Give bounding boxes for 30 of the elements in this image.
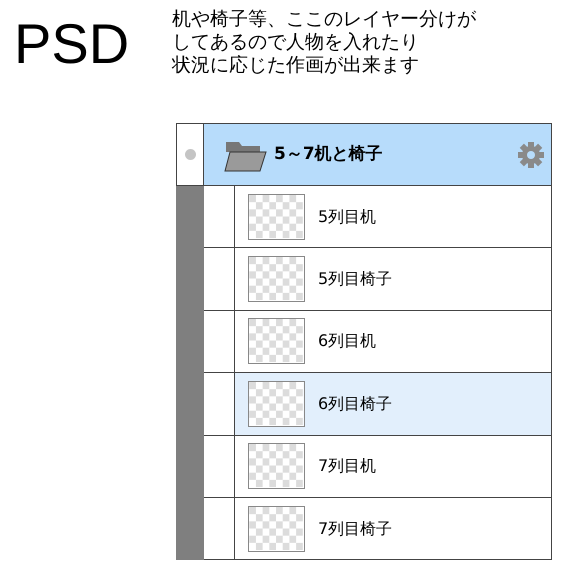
description-line: してあるので人物を入れたり [172, 31, 420, 54]
layer-name: 6列目机 [318, 330, 376, 352]
description-line: 状況に応じた作画が出来ます [172, 54, 420, 77]
transparent-thumbnail-icon [248, 256, 305, 302]
description-line: 机や椅子等、ここのレイヤー分けが [172, 8, 476, 31]
visibility-cell[interactable] [204, 186, 235, 248]
heading: PSD [14, 16, 130, 72]
transparent-thumbnail-icon [248, 194, 305, 240]
layer-row[interactable]: 7列目椅子 [235, 498, 552, 560]
visibility-cell[interactable] [204, 373, 235, 436]
layer-name: 6列目椅子 [318, 392, 392, 415]
visibility-cell[interactable] [204, 436, 235, 498]
layer-name: 7列目椅子 [318, 518, 392, 540]
layer-name: 5列目机 [318, 206, 376, 228]
transparent-thumbnail-icon [248, 506, 305, 552]
visibility-cell[interactable] [204, 248, 235, 311]
layer-row[interactable]: 6列目机 [235, 310, 552, 374]
transparent-thumbnail-icon [248, 318, 305, 364]
layer-name: 7列目机 [318, 455, 376, 478]
layer-group-row[interactable]: 5～7机と椅子 [204, 124, 551, 185]
group-name: 5～7机と椅子 [274, 142, 383, 166]
visibility-cell[interactable] [204, 498, 235, 560]
layer-row[interactable]: 5列目椅子 [235, 248, 552, 311]
layer-row[interactable]: 5列目机 [235, 186, 552, 248]
layer-name: 5列目椅子 [318, 268, 392, 290]
transparent-thumbnail-icon [248, 380, 305, 427]
layer-row[interactable]: 6列目椅子 [235, 373, 552, 436]
visibility-cell[interactable] [204, 310, 235, 374]
layer-row[interactable]: 7列目机 [235, 436, 552, 498]
transparent-thumbnail-icon [248, 443, 305, 490]
